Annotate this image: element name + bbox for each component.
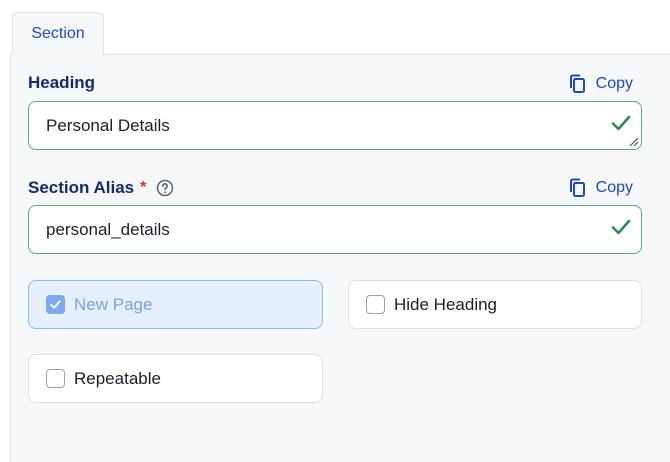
alias-copy-label: Copy	[595, 179, 633, 196]
new-page-label: New Page	[74, 294, 153, 314]
new-page-checkbox[interactable]	[46, 295, 65, 314]
alias-copy-button[interactable]: Copy	[569, 178, 633, 198]
resize-handle-icon[interactable]	[629, 137, 639, 147]
repeatable-label: Repeatable	[74, 368, 161, 388]
question-circle-icon[interactable]	[156, 179, 174, 197]
required-marker: *	[140, 179, 147, 196]
tab-bar: Section	[0, 0, 670, 55]
hide-heading-option[interactable]: Hide Heading	[348, 280, 642, 329]
new-page-option[interactable]: New Page	[28, 280, 323, 329]
alias-input[interactable]: personal_details	[28, 205, 642, 254]
heading-copy-button[interactable]: Copy	[569, 74, 633, 94]
hide-heading-label: Hide Heading	[394, 294, 498, 314]
heading-value: Personal Details	[46, 115, 170, 135]
alias-label-text: Section Alias	[28, 178, 135, 197]
tab-section[interactable]: Section	[12, 12, 104, 55]
hide-heading-checkbox[interactable]	[366, 295, 385, 314]
repeatable-option[interactable]: Repeatable	[28, 354, 323, 403]
valid-check-icon	[611, 219, 631, 235]
checkmark-icon	[50, 300, 61, 309]
tab-section-label: Section	[31, 25, 85, 42]
repeatable-checkbox[interactable]	[46, 369, 65, 388]
copy-icon	[569, 74, 585, 93]
valid-check-icon	[611, 115, 631, 131]
heading-textarea[interactable]: Personal Details	[28, 101, 642, 150]
alias-value: personal_details	[46, 219, 170, 239]
heading-label-text: Heading	[28, 73, 96, 92]
heading-copy-label: Copy	[595, 75, 633, 92]
heading-label: Heading	[28, 73, 95, 93]
copy-icon	[569, 178, 585, 197]
alias-label: Section Alias *	[28, 178, 174, 198]
